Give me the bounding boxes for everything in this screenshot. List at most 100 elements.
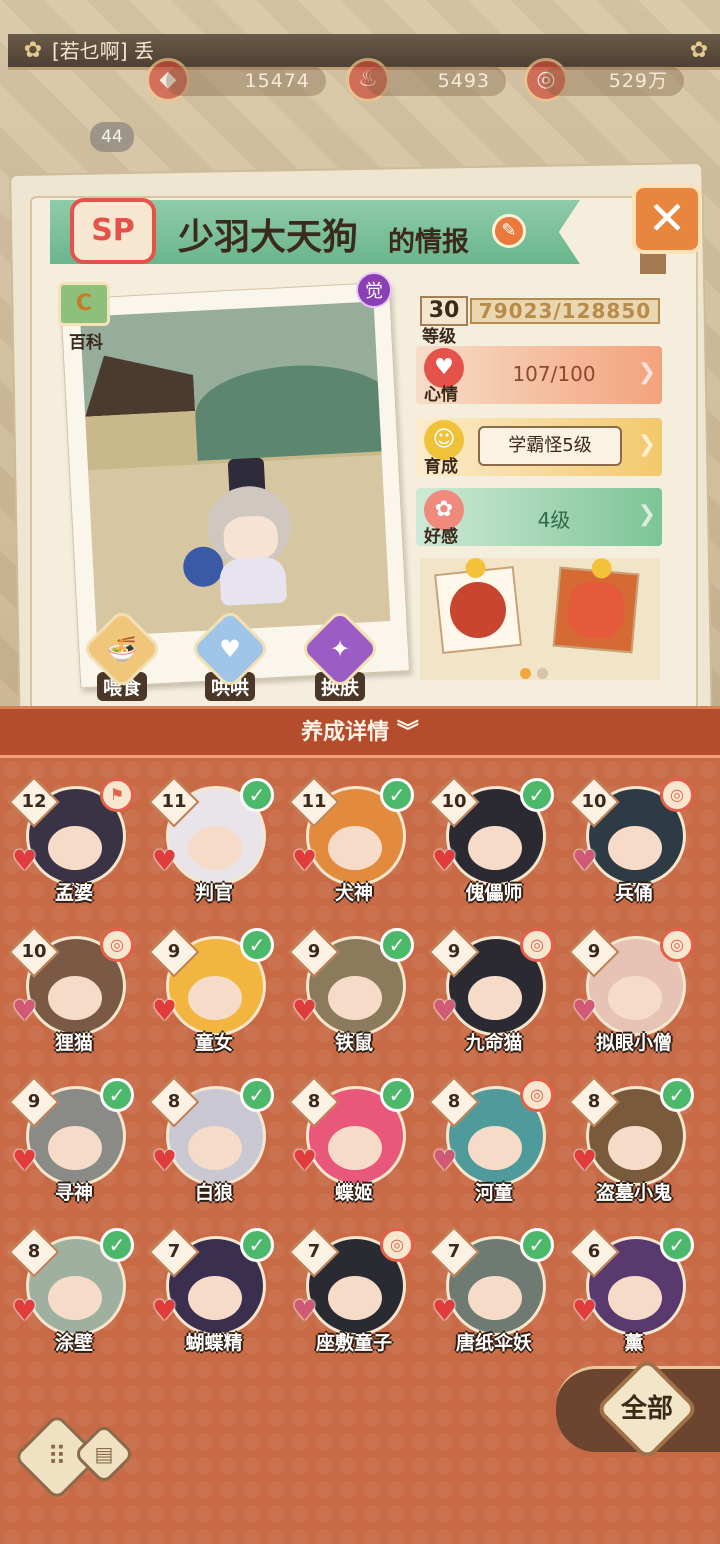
shikigami-card[interactable]: 8 ◎ ♥ 河童 (428, 1076, 556, 1218)
heart-icon: ♥ (12, 1144, 38, 1177)
shikigami-card[interactable]: 8 ✓ ♥ 涂壁 (8, 1226, 136, 1368)
stamina-counter[interactable]: 5493 (366, 66, 506, 96)
check-icon: ✓ (100, 1228, 134, 1262)
shikigami-card[interactable]: 7 ✓ ♥ 蝴蝶精 (148, 1226, 276, 1368)
shikigami-card[interactable]: 7 ✓ ♥ 唐纸伞妖 (428, 1226, 556, 1368)
awaken-badge: 觉 (356, 272, 392, 308)
shikigami-face (48, 826, 102, 870)
mountain (192, 360, 391, 461)
heart-icon: ♥ (572, 844, 598, 877)
shikigami-card[interactable]: 11 ✓ ♥ 判官 (148, 776, 276, 918)
smile-pin-icon (590, 557, 613, 580)
encyclopedia-label: 百科 (69, 333, 103, 353)
edit-name-icon[interactable]: ✎ (492, 214, 526, 248)
face (222, 514, 279, 562)
shikigami-card[interactable]: 8 ✓ ♥ 蝶姬 (288, 1076, 416, 1218)
shikigami-card[interactable]: 10 ◎ ♥ 狸猫 (8, 926, 136, 1068)
shikigami-card[interactable]: 12 ⚑ ♥ 孟婆 (8, 776, 136, 918)
daruma-icon (565, 579, 627, 641)
page-dot[interactable] (537, 668, 548, 679)
heart-icon: ♥ (292, 844, 318, 877)
detail-section-header[interactable]: 养成详情 ︾ (0, 706, 720, 758)
shikigami-name: 盗墓小鬼 (595, 1182, 672, 1204)
milk-carton-icon: ♥ (188, 607, 272, 691)
shikigami-name: 孟婆 (54, 882, 93, 904)
shikigami-face (608, 826, 662, 870)
shikigami-card[interactable]: 9 ◎ ♥ 拟眼小僧 (568, 926, 696, 1068)
shikigami-name: 拟眼小僧 (595, 1032, 672, 1054)
shikigami-card[interactable]: 8 ✓ ♥ 白狼 (148, 1076, 276, 1218)
check-icon: ✓ (380, 1078, 414, 1112)
shikigami-face (188, 1276, 242, 1320)
shikigami-name: 兵俑 (614, 882, 653, 904)
mood-row[interactable]: ♥ 心情 107/100 ❯ (416, 346, 662, 405)
exp-bar: 79023/128850 (470, 298, 660, 324)
check-icon: ✓ (240, 778, 274, 812)
kimono-icon: ✦ (298, 607, 382, 691)
ring-mark-icon: ◎ (380, 1228, 414, 1262)
heart-icon: ♥ (432, 1294, 458, 1327)
shikigami-level: 10 (581, 791, 607, 812)
hotpot-gift-card[interactable] (434, 557, 522, 654)
shikigami-name: 涂壁 (54, 1332, 93, 1354)
shikigami-level: 8 (167, 1091, 181, 1112)
daruma-gift-card[interactable] (552, 557, 640, 654)
shikigami-name: 判官 (194, 882, 233, 904)
page-dot-active[interactable] (520, 668, 531, 679)
favor-value: 4级 (537, 508, 571, 532)
shikigami-level: 7 (167, 1241, 181, 1262)
shikigami-name: 白狼 (194, 1182, 233, 1204)
shikigami-card[interactable]: 9 ✓ ♥ 铁鼠 (288, 926, 416, 1068)
shikigami-card[interactable]: 9 ✓ ♥ 童女 (148, 926, 276, 1068)
heart-icon: ♥ (432, 994, 458, 1027)
shikigami-card[interactable]: 9 ✓ ♥ 寻神 (8, 1076, 136, 1218)
shikigami-face (48, 1126, 102, 1170)
shikigami-level: 9 (167, 941, 181, 962)
heart-icon: ♥ (12, 844, 38, 877)
heart-icon: ♥ (152, 1144, 178, 1177)
mood-value: 107/100 (512, 362, 596, 386)
coax-button[interactable]: ♥ 哄哄 (188, 607, 272, 701)
shikigami-card[interactable]: 9 ◎ ♥ 九命猫 (428, 926, 556, 1068)
favor-label: 好感 (424, 527, 458, 547)
training-row[interactable]: ☺ 育成 学霸怪5级 ❯ (416, 418, 662, 477)
shikigami-level: 8 (307, 1091, 321, 1112)
check-icon: ✓ (240, 1078, 274, 1112)
page-dots (520, 664, 554, 683)
shikigami-name: 蝶姬 (334, 1182, 373, 1204)
heart-icon: ♥ (12, 994, 38, 1027)
shikigami-level: 10 (21, 941, 47, 962)
shikigami-card[interactable]: 6 ✓ ♥ 薰 (568, 1226, 696, 1368)
shikigami-face (468, 1126, 522, 1170)
shikigami-level: 8 (587, 1091, 601, 1112)
favor-row[interactable]: ✿ 好感 4级 ❯ (416, 488, 662, 547)
close-button[interactable]: ✕ (632, 184, 702, 254)
shikigami-card[interactable]: 7 ◎ ♥ 座敷童子 (288, 1226, 416, 1368)
ring-mark-icon: ◎ (520, 928, 554, 962)
shikigami-name: 蝴蝶精 (185, 1332, 243, 1354)
feed-button[interactable]: 🍜 喂食 (80, 607, 164, 701)
shikigami-card[interactable]: 8 ✓ ♥ 盗墓小鬼 (568, 1076, 696, 1218)
player-level: 44 (90, 122, 134, 152)
shikigami-face (468, 1276, 522, 1320)
rarity-badge: SP (70, 198, 156, 264)
flower-icon: ✿ (689, 38, 709, 63)
shikigami-card[interactable]: 11 ✓ ♥ 犬神 (288, 776, 416, 918)
encyclopedia-button[interactable]: C 百科 (58, 282, 114, 353)
check-icon: ✓ (520, 1228, 554, 1262)
check-icon: ✓ (240, 1228, 274, 1262)
jade-counter[interactable]: 15474 (166, 66, 326, 96)
shikigami-card[interactable]: 10 ✓ ♥ 傀儡师 (428, 776, 556, 918)
heart-icon: ♥ (152, 844, 178, 877)
ring-mark-icon: ◎ (520, 1078, 554, 1112)
shikigami-name: 薰 (624, 1332, 644, 1354)
shikigami-level: 9 (587, 941, 601, 962)
check-icon: ✓ (660, 1228, 694, 1262)
mood-label: 心情 (424, 385, 458, 405)
shikigami-face (328, 976, 382, 1020)
skin-button[interactable]: ✦ 换肤 (298, 607, 382, 701)
heart-icon: ♥ (12, 1294, 38, 1327)
shikigami-card[interactable]: 10 ◎ ♥ 兵俑 (568, 776, 696, 918)
gold-counter[interactable]: 529万 (544, 66, 684, 96)
flower-icon: ✿ (23, 38, 43, 63)
